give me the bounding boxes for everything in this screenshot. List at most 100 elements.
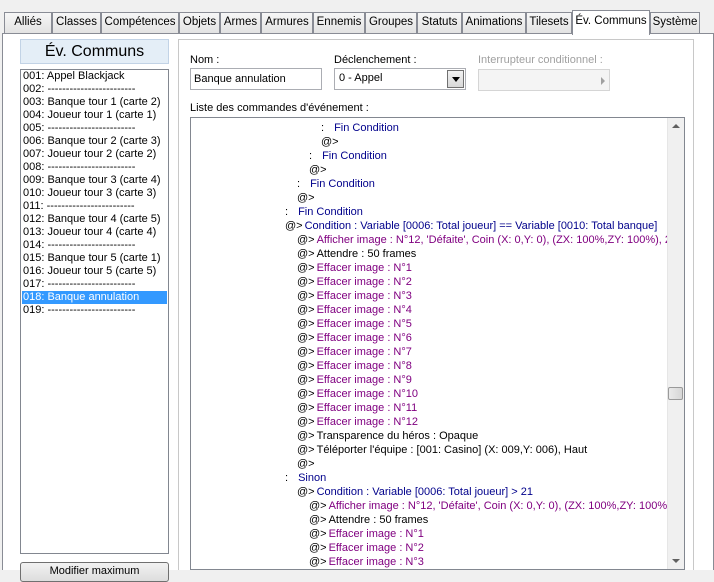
list-item[interactable]: 010: Joueur tour 3 (carte 3) <box>21 187 168 200</box>
command-line[interactable]: @> <box>191 163 668 177</box>
trigger-value: 0 - Appel <box>339 72 383 84</box>
command-line[interactable]: @> Effacer image : N°3 <box>191 555 668 569</box>
command-marker: @> <box>309 528 327 540</box>
command-line[interactable]: : Fin Condition <box>191 149 668 163</box>
command-line[interactable]: : Sinon <box>191 471 668 485</box>
list-item[interactable]: 013: Joueur tour 4 (carte 4) <box>21 226 168 239</box>
list-item[interactable]: 008: ------------------------ <box>21 161 168 174</box>
command-marker: @> <box>309 164 327 176</box>
name-input[interactable] <box>190 68 322 90</box>
tab-bar: Alliés Classes Compétences Objets Armes … <box>0 0 714 35</box>
tab-armures[interactable]: Armures <box>261 12 313 33</box>
command-text: Effacer image : N°1 <box>316 262 412 274</box>
tab-armes[interactable]: Armes <box>220 12 261 33</box>
common-event-list[interactable]: 001: Appel Blackjack 002: ---------------… <box>20 69 169 554</box>
command-text: Effacer image : N°3 <box>316 290 412 302</box>
tab-ennemis[interactable]: Ennemis <box>313 12 365 33</box>
list-item[interactable]: 003: Banque tour 1 (carte 2) <box>21 96 168 109</box>
chevron-right-icon <box>601 77 605 85</box>
tab-systeme[interactable]: Système <box>650 12 700 33</box>
tab-groupes[interactable]: Groupes <box>365 12 417 33</box>
command-text: Fin Condition <box>310 178 375 190</box>
list-item[interactable]: 015: Banque tour 5 (carte 1) <box>21 252 168 265</box>
command-text: Effacer image : N°1 <box>328 528 424 540</box>
chevron-down-icon[interactable] <box>447 70 464 88</box>
command-line[interactable]: @> Attendre : 50 frames <box>191 247 668 261</box>
command-line[interactable]: @> Effacer image : N°12 <box>191 415 668 429</box>
trigger-select[interactable]: 0 - Appel <box>334 68 466 90</box>
command-text: Condition : Variable [0006: Total joueur… <box>316 486 533 498</box>
switch-label: Interrupteur conditionnel : <box>478 54 603 66</box>
command-text: Effacer image : N°7 <box>316 346 412 358</box>
list-item[interactable]: 011: ------------------------ <box>21 200 168 213</box>
command-line[interactable]: @> Effacer image : N°2 <box>191 541 668 555</box>
command-marker: @> <box>297 290 315 302</box>
command-line[interactable]: @> Condition : Variable [0006: Total joue… <box>191 219 668 233</box>
command-marker: @> <box>297 402 315 414</box>
command-lines: : Fin Condition @>: Fin Condition @>: Fin Con… <box>191 121 668 569</box>
command-text: Effacer image : N°12 <box>316 416 419 428</box>
command-text: Effacer image : N°2 <box>316 276 412 288</box>
command-text: Effacer image : N°3 <box>328 556 424 568</box>
tab-statuts[interactable]: Statuts <box>417 12 462 33</box>
command-line[interactable]: @> Effacer image : N°3 <box>191 289 668 303</box>
list-item[interactable]: 016: Joueur tour 5 (carte 5) <box>21 265 168 278</box>
list-item[interactable]: 006: Banque tour 2 (carte 3) <box>21 135 168 148</box>
switch-select <box>478 69 610 91</box>
command-marker: @> <box>297 374 315 386</box>
command-text: Afficher image : N°12, 'Défaite', Coin (… <box>328 500 668 512</box>
command-line[interactable]: @> Effacer image : N°8 <box>191 359 668 373</box>
command-line[interactable]: @> Téléporter l'équipe : [001: Casino] (X… <box>191 443 668 457</box>
command-text: Effacer image : N°11 <box>316 402 418 414</box>
command-list[interactable]: : Fin Condition @>: Fin Condition @>: Fin Con… <box>190 117 685 570</box>
command-line[interactable]: @> Effacer image : N°9 <box>191 373 668 387</box>
command-line[interactable]: @> <box>191 191 668 205</box>
command-line[interactable]: @> Effacer image : N°7 <box>191 345 668 359</box>
tab-tilesets[interactable]: Tilesets <box>526 12 572 33</box>
command-line[interactable]: @> Condition : Variable [0006: Total joue… <box>191 485 668 499</box>
scroll-thumb[interactable] <box>668 387 683 400</box>
list-item[interactable]: 002: ------------------------ <box>21 83 168 96</box>
list-item[interactable]: 007: Joueur tour 2 (carte 2) <box>21 148 168 161</box>
command-line[interactable]: @> Effacer image : N°1 <box>191 261 668 275</box>
tab-classes[interactable]: Classes <box>52 12 101 33</box>
list-item[interactable]: 017: ------------------------ <box>21 278 168 291</box>
command-line[interactable]: : Fin Condition <box>191 205 668 219</box>
command-line[interactable]: @> <box>191 457 668 471</box>
tab-competences[interactable]: Compétences <box>101 12 179 33</box>
change-maximum-button[interactable]: Modifier maximum <box>20 562 169 582</box>
command-text: Effacer image : N°8 <box>316 360 412 372</box>
command-line[interactable]: @> Afficher image : N°12, 'Défaite', Coin… <box>191 499 668 513</box>
scroll-up-icon[interactable] <box>668 118 684 135</box>
command-line[interactable]: @> Afficher image : N°12, 'Défaite', Coin… <box>191 233 668 247</box>
command-line[interactable]: @> Effacer image : N°2 <box>191 275 668 289</box>
command-line[interactable]: @> Attendre : 50 frames <box>191 513 668 527</box>
command-line[interactable]: : Fin Condition <box>191 177 668 191</box>
command-line[interactable]: @> Effacer image : N°4 <box>191 303 668 317</box>
list-item[interactable]: 001: Appel Blackjack <box>21 70 168 83</box>
command-line[interactable]: : Fin Condition <box>191 121 668 135</box>
vertical-scrollbar[interactable] <box>667 118 684 569</box>
list-item[interactable]: 012: Banque tour 4 (carte 5) <box>21 213 168 226</box>
list-item[interactable]: 014: ------------------------ <box>21 239 168 252</box>
list-item[interactable]: 009: Banque tour 3 (carte 4) <box>21 174 168 187</box>
command-marker: @> <box>297 192 315 204</box>
command-line[interactable]: @> <box>191 135 668 149</box>
tab-objets[interactable]: Objets <box>179 12 220 33</box>
command-line[interactable]: @> Effacer image : N°5 <box>191 317 668 331</box>
list-item[interactable]: 004: Joueur tour 1 (carte 1) <box>21 109 168 122</box>
scroll-down-icon[interactable] <box>668 552 684 569</box>
command-line[interactable]: @> Effacer image : N°10 <box>191 387 668 401</box>
tab-animations[interactable]: Animations <box>462 12 526 33</box>
command-text <box>339 136 341 148</box>
command-line[interactable]: @> Transparence du héros : Opaque <box>191 429 668 443</box>
command-line[interactable]: @> Effacer image : N°1 <box>191 527 668 541</box>
command-text: Fin Condition <box>298 206 363 218</box>
command-line[interactable]: @> Effacer image : N°6 <box>191 331 668 345</box>
list-item[interactable]: 019: ------------------------ <box>21 304 168 317</box>
command-line[interactable]: @> Effacer image : N°11 <box>191 401 668 415</box>
tab-allies[interactable]: Alliés <box>4 12 52 33</box>
list-item[interactable]: 005: ------------------------ <box>21 122 168 135</box>
tab-ev-communs[interactable]: Év. Communs <box>572 10 650 35</box>
list-item[interactable]: 018: Banque annulation <box>22 291 167 304</box>
